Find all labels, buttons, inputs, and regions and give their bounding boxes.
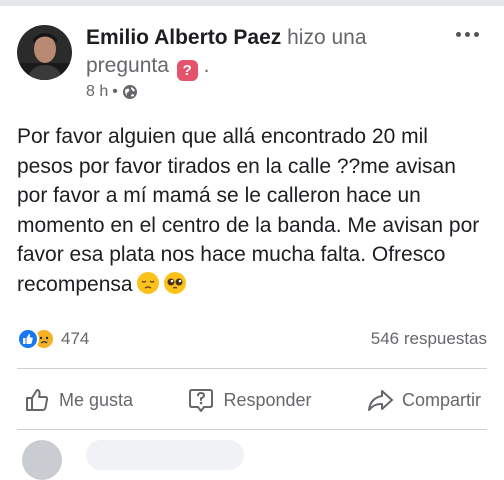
more-dot-icon — [455, 31, 461, 37]
post-meta: 8 h • — [86, 83, 138, 101]
comment-bubble[interactable] — [86, 440, 244, 470]
like-reaction-icon — [17, 328, 39, 350]
post-text: Por favor alguien que allá encontrado 20… — [17, 125, 480, 296]
like-button[interactable]: Me gusta — [17, 382, 139, 418]
meta-separator: • — [112, 83, 118, 100]
share-arrow-icon — [367, 390, 393, 411]
share-label: Compartir — [401, 389, 481, 410]
answers-count[interactable]: 546 respuestas — [371, 329, 487, 349]
like-label: Me gusta — [59, 389, 134, 410]
author-avatar[interactable] — [17, 25, 72, 80]
stats-divider — [17, 368, 487, 369]
avatar-photo — [17, 25, 72, 80]
top-divider-bar — [0, 0, 504, 6]
actions-divider — [17, 429, 487, 430]
post-time[interactable]: 8 h — [86, 83, 108, 101]
post-action-suffix: . — [203, 54, 210, 77]
question-bubble-icon — [189, 389, 214, 412]
commenter-avatar[interactable] — [22, 440, 62, 480]
pleading-face-emoji-icon — [163, 271, 187, 304]
more-dot-icon — [473, 31, 479, 37]
post-header: Emilio Alberto Paez hizo una pregunta ? … — [86, 24, 446, 81]
post-body: Por favor alguien que allá encontrado 20… — [17, 122, 487, 303]
question-icon: ? — [176, 60, 198, 81]
reactions-summary[interactable]: 474 — [17, 328, 89, 350]
share-button[interactable]: Compartir — [360, 382, 487, 418]
globe-icon — [122, 85, 137, 99]
post-actions-bar: Me gusta Responder Compartir — [17, 382, 487, 418]
pensive-face-emoji-icon — [136, 271, 160, 304]
author-name[interactable]: Emilio Alberto Paez — [86, 26, 281, 49]
answer-button[interactable]: Responder — [181, 382, 317, 418]
more-options-button[interactable] — [452, 26, 482, 42]
more-dot-icon — [464, 31, 470, 37]
answer-label: Responder — [223, 389, 312, 410]
thumbs-up-icon — [26, 389, 49, 411]
reaction-count: 474 — [61, 329, 90, 348]
